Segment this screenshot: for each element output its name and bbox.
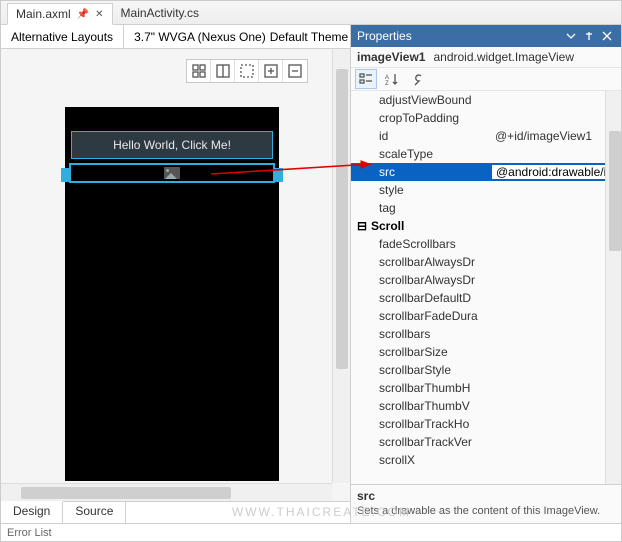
panel-pin-icon[interactable] [581, 28, 597, 44]
selected-object-header[interactable]: imageView1 android.widget.ImageView [351, 47, 621, 67]
prop-croptopadding[interactable]: cropToPadding [351, 109, 621, 127]
prop-scrollbartrackver[interactable]: scrollbarTrackVer [351, 433, 621, 451]
footer-prop-name: src [357, 489, 615, 503]
prop-src[interactable]: src @android:drawable/ic_ … [351, 163, 621, 181]
property-grid: adjustViewBound cropToPadding id @+id/im… [351, 91, 621, 484]
device-label: 3.7" WVGA (Nexus One) [134, 30, 266, 44]
svg-text:Z: Z [385, 81, 389, 86]
prop-src-value[interactable]: @android:drawable/ic_ [496, 165, 619, 179]
canvas-scrollbar-vertical[interactable] [332, 49, 350, 483]
resize-handle-right[interactable] [273, 168, 283, 182]
layout-options-bar: Alternative Layouts 3.7" WVGA (Nexus One… [1, 25, 350, 49]
canvas-scrollbar-horizontal[interactable] [1, 483, 332, 501]
alternative-layouts-dropdown[interactable]: Alternative Layouts [1, 25, 124, 48]
properties-toolbar: AZ [351, 67, 621, 91]
preview-button[interactable]: Hello World, Click Me! [71, 131, 273, 159]
prop-scrollbarthumbv[interactable]: scrollbarThumbV [351, 397, 621, 415]
property-description: src Sets a drawable as the content of th… [351, 484, 621, 523]
prop-id[interactable]: id @+id/imageView1 [351, 127, 621, 145]
panel-close-icon[interactable] [599, 28, 615, 44]
collapse-icon[interactable]: ⊟ [355, 219, 369, 233]
prop-scrollbarfadedura[interactable]: scrollbarFadeDura [351, 307, 621, 325]
prop-scrollbars[interactable]: scrollbars [351, 325, 621, 343]
designer-panel: Alternative Layouts 3.7" WVGA (Nexus One… [1, 25, 351, 523]
prop-scrollbaralwaysd2[interactable]: scrollbarAlwaysDr [351, 271, 621, 289]
canvas-toolbar [186, 59, 308, 83]
prop-adjustviewbounds[interactable]: adjustViewBound [351, 91, 621, 109]
prop-scrollx[interactable]: scrollX [351, 451, 621, 469]
scroll-thumb[interactable] [609, 131, 621, 251]
resize-handle-left[interactable] [61, 168, 71, 182]
tab-label: MainActivity.cs [121, 6, 199, 20]
close-icon[interactable]: ✕ [95, 9, 103, 20]
alternative-layouts-label: Alternative Layouts [11, 30, 113, 44]
prop-scrollbarsize[interactable]: scrollbarSize [351, 343, 621, 361]
zoom-out-icon[interactable] [283, 60, 307, 82]
grid-icon[interactable] [187, 60, 211, 82]
image-placeholder-icon [164, 167, 180, 179]
alphabetical-icon[interactable]: AZ [381, 69, 403, 89]
expand-icon[interactable] [235, 60, 259, 82]
scroll-thumb[interactable] [21, 487, 231, 499]
main-split: Alternative Layouts 3.7" WVGA (Nexus One… [1, 25, 621, 523]
prop-style[interactable]: style [351, 181, 621, 199]
tab-label: Main.axml [16, 7, 71, 21]
tab-source[interactable]: Source [63, 502, 126, 523]
object-name: imageView1 [357, 50, 425, 64]
properties-title-label: Properties [357, 29, 412, 43]
tab-mainactivity-cs[interactable]: MainActivity.cs [113, 2, 207, 24]
layout-icon[interactable] [211, 60, 235, 82]
properties-panel: Properties imageView1 android.widget.Ima… [351, 25, 621, 523]
prop-fadescrollbars[interactable]: fadeScrollbars [351, 235, 621, 253]
scroll-thumb[interactable] [336, 69, 348, 369]
panel-menu-icon[interactable] [563, 28, 579, 44]
prop-scaletype[interactable]: scaleType [351, 145, 621, 163]
properties-titlebar[interactable]: Properties [351, 25, 621, 47]
object-type: android.widget.ImageView [433, 50, 574, 64]
prop-scrollbardefaultd[interactable]: scrollbarDefaultD [351, 289, 621, 307]
prop-scrollbarthumbh[interactable]: scrollbarThumbH [351, 379, 621, 397]
property-pages-icon[interactable] [407, 69, 429, 89]
properties-scrollbar[interactable] [605, 91, 621, 484]
category-scroll[interactable]: ⊟ Scroll [351, 217, 621, 235]
designer-bottom-tabs: Design Source [1, 501, 350, 523]
tab-design[interactable]: Design [1, 501, 63, 523]
zoom-in-icon[interactable] [259, 60, 283, 82]
error-list-label: Error List [7, 527, 52, 539]
designer-canvas[interactable]: Hello World, Click Me! [1, 49, 350, 501]
document-tabstrip: Main.axml 📌 ✕ MainActivity.cs [1, 1, 621, 25]
footer-prop-desc: Sets a drawable as the content of this I… [357, 505, 615, 517]
prop-scrollbaralwaysd1[interactable]: scrollbarAlwaysDr [351, 253, 621, 271]
error-list-panel[interactable]: Error List [1, 523, 621, 541]
prop-scrollbarstyle[interactable]: scrollbarStyle [351, 361, 621, 379]
pin-icon[interactable]: 📌 [77, 9, 89, 20]
theme-label: Default Theme [270, 30, 349, 44]
tab-main-axml[interactable]: Main.axml 📌 ✕ [7, 3, 113, 25]
categorized-icon[interactable] [355, 69, 377, 89]
selected-imageview[interactable] [69, 163, 275, 183]
device-dropdown[interactable]: 3.7" WVGA (Nexus One) Default Theme [124, 25, 359, 48]
device-preview[interactable]: Hello World, Click Me! [65, 107, 279, 481]
prop-scrollbartrackhor[interactable]: scrollbarTrackHo [351, 415, 621, 433]
app-root: Main.axml 📌 ✕ MainActivity.cs Alternativ… [0, 0, 622, 542]
prop-tag[interactable]: tag [351, 199, 621, 217]
